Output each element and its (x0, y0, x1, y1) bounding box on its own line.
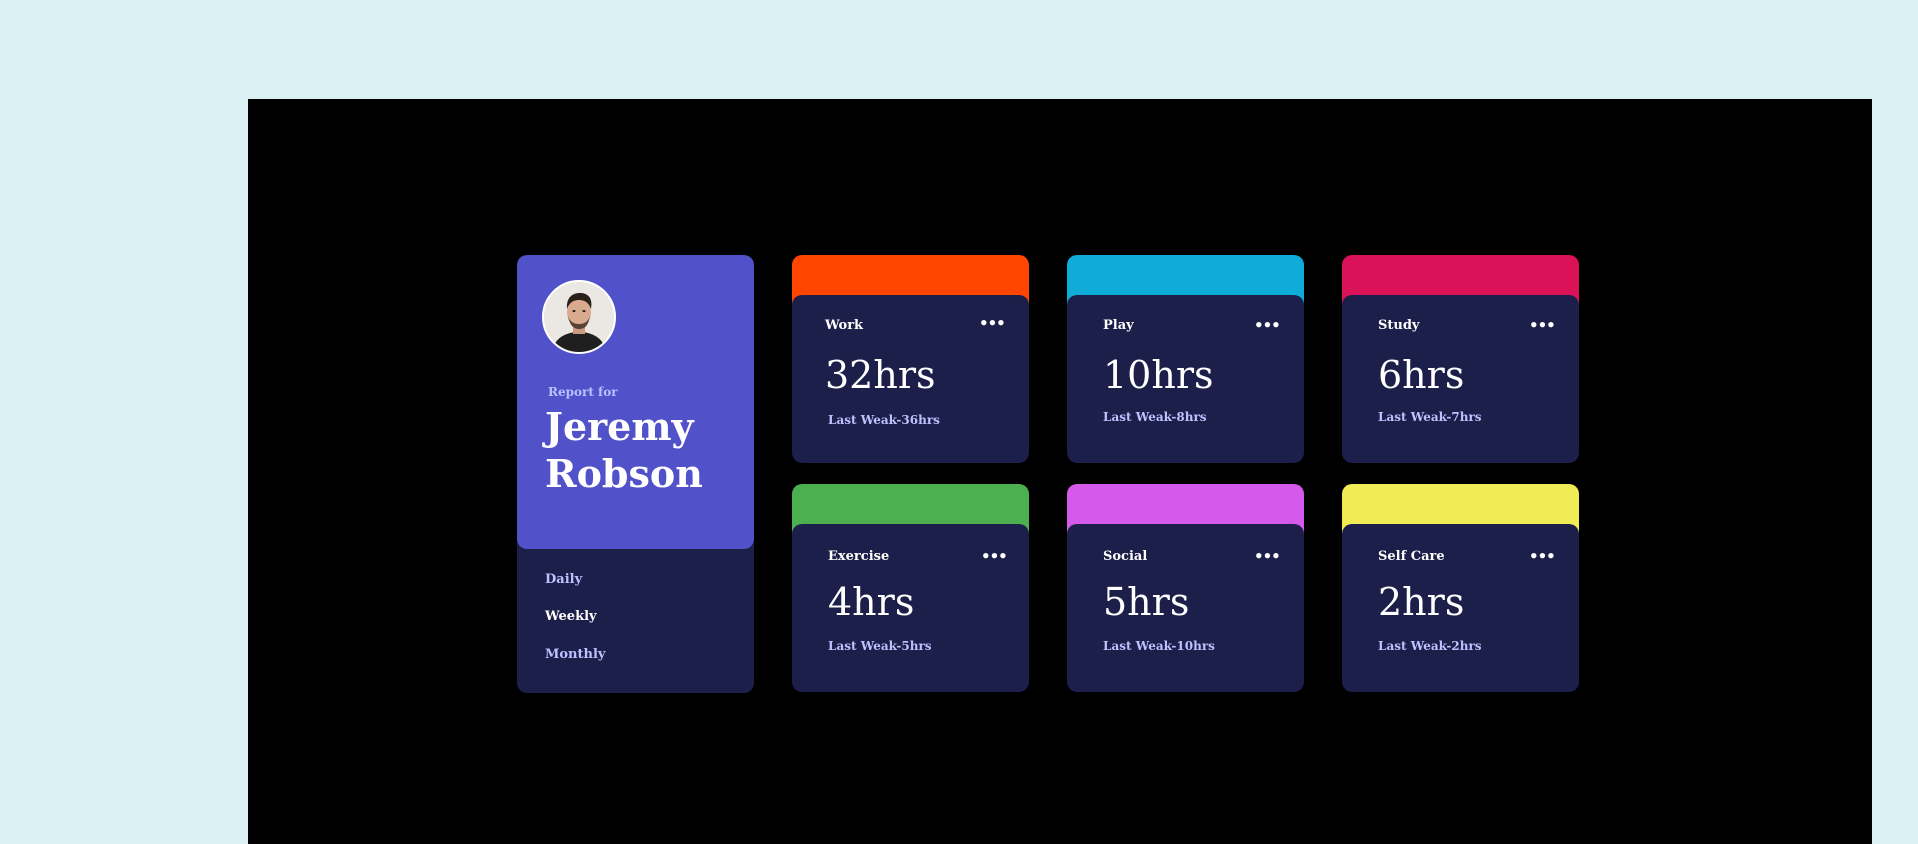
card-play: Play ••• 10hrs Last Weak-8hrs (1067, 255, 1304, 463)
period-monthly[interactable]: Monthly (545, 647, 605, 662)
card-title: Social (1103, 549, 1148, 564)
ellipsis-icon[interactable]: ••• (979, 316, 1006, 331)
ellipsis-icon[interactable]: ••• (1529, 549, 1556, 564)
card-body[interactable]: Social ••• 5hrs Last Weak-10hrs (1067, 524, 1304, 692)
card-last-week: Last Weak-2hrs (1378, 639, 1482, 653)
ellipsis-icon[interactable]: ••• (1254, 318, 1281, 333)
profile-header: Report for Jeremy Robson (517, 255, 754, 549)
card-title: Exercise (828, 549, 890, 564)
card-title: Play (1103, 318, 1134, 333)
card-hours: 10hrs (1103, 353, 1214, 397)
period-weekly[interactable]: Weekly (545, 609, 597, 624)
card-body[interactable]: Study ••• 6hrs Last Weak-7hrs (1342, 295, 1579, 463)
card-body[interactable]: Self Care ••• 2hrs Last Weak-2hrs (1342, 524, 1579, 692)
card-hours: 6hrs (1378, 353, 1465, 397)
profile-card: Report for Jeremy Robson Daily Weekly Mo… (517, 255, 754, 693)
card-study: Study ••• 6hrs Last Weak-7hrs (1342, 255, 1579, 463)
ellipsis-icon[interactable]: ••• (981, 549, 1008, 564)
user-name: Jeremy Robson (545, 404, 703, 496)
dashboard-stage (248, 99, 1872, 844)
card-social: Social ••• 5hrs Last Weak-10hrs (1067, 484, 1304, 692)
card-last-week: Last Weak-36hrs (828, 413, 940, 427)
period-daily[interactable]: Daily (545, 572, 582, 587)
card-last-week: Last Weak-5hrs (828, 639, 932, 653)
card-last-week: Last Weak-10hrs (1103, 639, 1215, 653)
card-last-week: Last Weak-8hrs (1103, 410, 1207, 424)
card-last-week: Last Weak-7hrs (1378, 410, 1482, 424)
card-body[interactable]: Exercise ••• 4hrs Last Weak-5hrs (792, 524, 1029, 692)
ellipsis-icon[interactable]: ••• (1529, 318, 1556, 333)
card-hours: 2hrs (1378, 580, 1465, 624)
card-title: Work (825, 318, 864, 333)
card-body[interactable]: Play ••• 10hrs Last Weak-8hrs (1067, 295, 1304, 463)
report-for-label: Report for (548, 385, 618, 399)
card-hours: 32hrs (825, 353, 936, 397)
card-exercise: Exercise ••• 4hrs Last Weak-5hrs (792, 484, 1029, 692)
card-self-care: Self Care ••• 2hrs Last Weak-2hrs (1342, 484, 1579, 692)
card-title: Study (1378, 318, 1420, 333)
card-title: Self Care (1378, 549, 1445, 564)
card-body[interactable]: Work ••• 32hrs Last Weak-36hrs (792, 295, 1029, 463)
card-work: Work ••• 32hrs Last Weak-36hrs (792, 255, 1029, 463)
card-hours: 4hrs (828, 580, 915, 624)
card-hours: 5hrs (1103, 580, 1190, 624)
ellipsis-icon[interactable]: ••• (1254, 549, 1281, 564)
avatar (542, 280, 616, 354)
